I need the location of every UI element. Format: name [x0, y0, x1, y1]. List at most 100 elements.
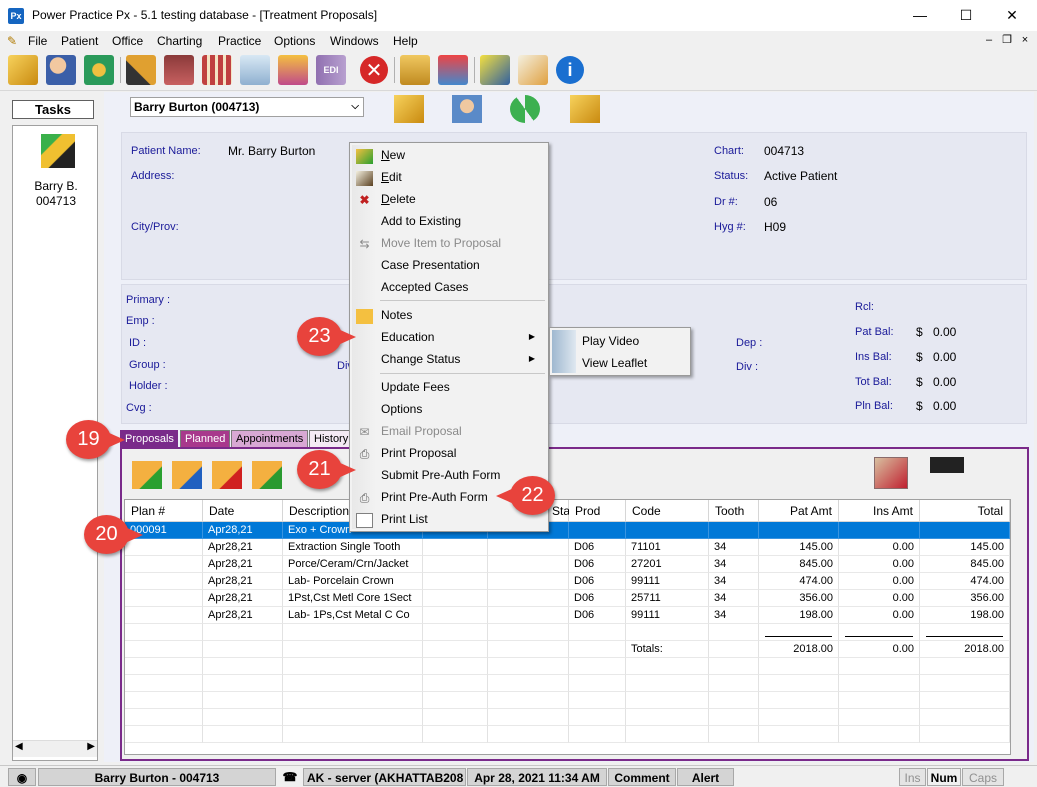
camera-icon[interactable]: ◉	[8, 768, 36, 786]
info-icon[interactable]: i	[556, 56, 584, 84]
patients-icon[interactable]	[46, 55, 76, 85]
tasks-scrollbar[interactable]: ◀ ▶	[13, 740, 97, 757]
task-user-name[interactable]: Barry B.	[13, 179, 99, 193]
status-alert[interactable]: Alert	[677, 768, 734, 786]
table-row-cell[interactable]	[423, 590, 488, 607]
col-code[interactable]: Code	[626, 500, 709, 522]
table-row-cell[interactable]: Extraction Single Tooth	[283, 539, 423, 556]
table-row-cell[interactable]	[423, 607, 488, 624]
delete-proposal-icon[interactable]	[212, 461, 242, 489]
table-row-cell[interactable]	[488, 556, 569, 573]
status-comment[interactable]: Comment	[608, 768, 676, 786]
menu-case-presentation[interactable]: Case Presentation	[381, 255, 480, 275]
menu-change-status[interactable]: Change Status ▶	[381, 349, 541, 369]
menu-practice[interactable]: Practice	[218, 34, 261, 48]
table-row-cell[interactable]: D06	[569, 590, 626, 607]
selected-table-row-cell[interactable]	[569, 522, 626, 539]
col-date[interactable]: Date	[203, 500, 283, 522]
table-row-cell[interactable]: Porce/Ceram/Crn/Jacket	[283, 556, 423, 573]
menu-notes[interactable]: Notes	[381, 305, 412, 325]
menu-file[interactable]: File	[28, 34, 47, 48]
pin-case-icon[interactable]	[874, 457, 908, 489]
selected-table-row-cell[interactable]	[920, 522, 1010, 539]
table-row-cell[interactable]	[423, 573, 488, 590]
tab-proposals[interactable]: Proposals	[120, 430, 178, 447]
table-row-cell[interactable]: 145.00	[759, 539, 839, 556]
edit-pencil-icon[interactable]	[126, 55, 156, 85]
table-row-cell[interactable]	[488, 590, 569, 607]
notepad-icon[interactable]	[518, 55, 548, 85]
table-row-cell[interactable]	[125, 590, 203, 607]
table-row-cell[interactable]	[488, 607, 569, 624]
selected-table-row-cell[interactable]	[839, 522, 920, 539]
table-row-cell[interactable]: D06	[569, 607, 626, 624]
col-total[interactable]: Total	[920, 500, 1010, 522]
selected-table-row-cell[interactable]	[626, 522, 709, 539]
table-row-cell[interactable]	[125, 607, 203, 624]
table-row-cell[interactable]: 474.00	[920, 573, 1010, 590]
file-folder-icon[interactable]	[570, 95, 600, 123]
table-row-cell[interactable]: 0.00	[839, 539, 920, 556]
mdi-restore-button[interactable]: ❐	[1000, 34, 1014, 48]
table-row-cell[interactable]: 1Pst,Cst Metl Core 1Sect	[283, 590, 423, 607]
table-row-cell[interactable]	[423, 556, 488, 573]
menu-print-proposal[interactable]: Print Proposal	[381, 443, 456, 463]
col-tooth[interactable]: Tooth	[709, 500, 759, 522]
move-proposal-icon[interactable]	[252, 461, 282, 489]
menu-charting[interactable]: Charting	[157, 34, 202, 48]
table-row-cell[interactable]: 145.00	[920, 539, 1010, 556]
menu-new[interactable]: New	[381, 145, 405, 165]
menu-play-video[interactable]: Play Video	[582, 331, 639, 351]
menu-print-list[interactable]: Print List	[381, 509, 428, 529]
tab-history[interactable]: History	[309, 430, 351, 447]
menu-education[interactable]: Education ▶	[381, 327, 541, 347]
menu-edit[interactable]: Edit	[381, 167, 402, 187]
chevron-down-icon[interactable]: ⌵	[351, 98, 359, 116]
menu-view-leaflet[interactable]: View Leaflet	[582, 353, 647, 373]
table-row-cell[interactable]	[125, 573, 203, 590]
add-proposal-icon[interactable]	[132, 461, 162, 489]
maximize-button[interactable]: ☐	[943, 0, 989, 31]
menu-windows[interactable]: Windows	[330, 34, 379, 48]
table-row-cell[interactable]: 356.00	[759, 590, 839, 607]
refresh-icon[interactable]	[510, 95, 540, 123]
table-row-cell[interactable]: 356.00	[920, 590, 1010, 607]
table-row-cell[interactable]: D06	[569, 539, 626, 556]
phone-icon[interactable]: ☎	[278, 768, 302, 786]
scroll-right-icon[interactable]: ▶	[87, 741, 95, 752]
edi-icon[interactable]: EDI	[316, 55, 346, 85]
col-pat-amt[interactable]: Pat Amt	[759, 500, 839, 522]
menu-options[interactable]: Options	[274, 34, 315, 48]
table-row-cell[interactable]: Apr28,21	[203, 539, 283, 556]
open-folder-icon[interactable]	[8, 55, 38, 85]
table-row-cell[interactable]	[488, 573, 569, 590]
table-row-cell[interactable]: 845.00	[920, 556, 1010, 573]
menu-add-to-existing[interactable]: Add to Existing	[381, 211, 461, 231]
table-row-cell[interactable]: 198.00	[920, 607, 1010, 624]
stop-icon[interactable]: ✕	[360, 56, 388, 84]
table-row-cell[interactable]: 34	[709, 556, 759, 573]
table-row-cell[interactable]: 0.00	[839, 573, 920, 590]
task-user-id[interactable]: 004713	[13, 194, 99, 208]
chart-icon[interactable]	[240, 55, 270, 85]
open-folder-icon[interactable]	[394, 95, 424, 123]
table-row-cell[interactable]: 0.00	[839, 590, 920, 607]
mdi-minimize-button[interactable]: –	[982, 34, 996, 48]
table-row-cell[interactable]	[423, 539, 488, 556]
patient-portrait-icon[interactable]	[452, 95, 482, 123]
table-row-cell[interactable]: 34	[709, 573, 759, 590]
menu-accepted-cases[interactable]: Accepted Cases	[381, 277, 468, 297]
menu-print-pre-auth[interactable]: Print Pre-Auth Form	[381, 487, 488, 507]
scroll-left-icon[interactable]: ◀	[15, 741, 23, 752]
menu-patient[interactable]: Patient	[61, 34, 98, 48]
menu-submit-pre-auth[interactable]: Submit Pre-Auth Form	[381, 465, 500, 485]
menu-help[interactable]: Help	[393, 34, 418, 48]
table-row-cell[interactable]: 34	[709, 539, 759, 556]
table-row-cell[interactable]: Apr28,21	[203, 590, 283, 607]
tab-appointments[interactable]: Appointments	[231, 430, 308, 447]
table-row-cell[interactable]: 99111	[626, 573, 709, 590]
table-row-cell[interactable]: 25711	[626, 590, 709, 607]
gift-box-icon[interactable]	[278, 55, 308, 85]
table-row-cell[interactable]: 845.00	[759, 556, 839, 573]
tab-planned[interactable]: Planned	[180, 430, 230, 447]
